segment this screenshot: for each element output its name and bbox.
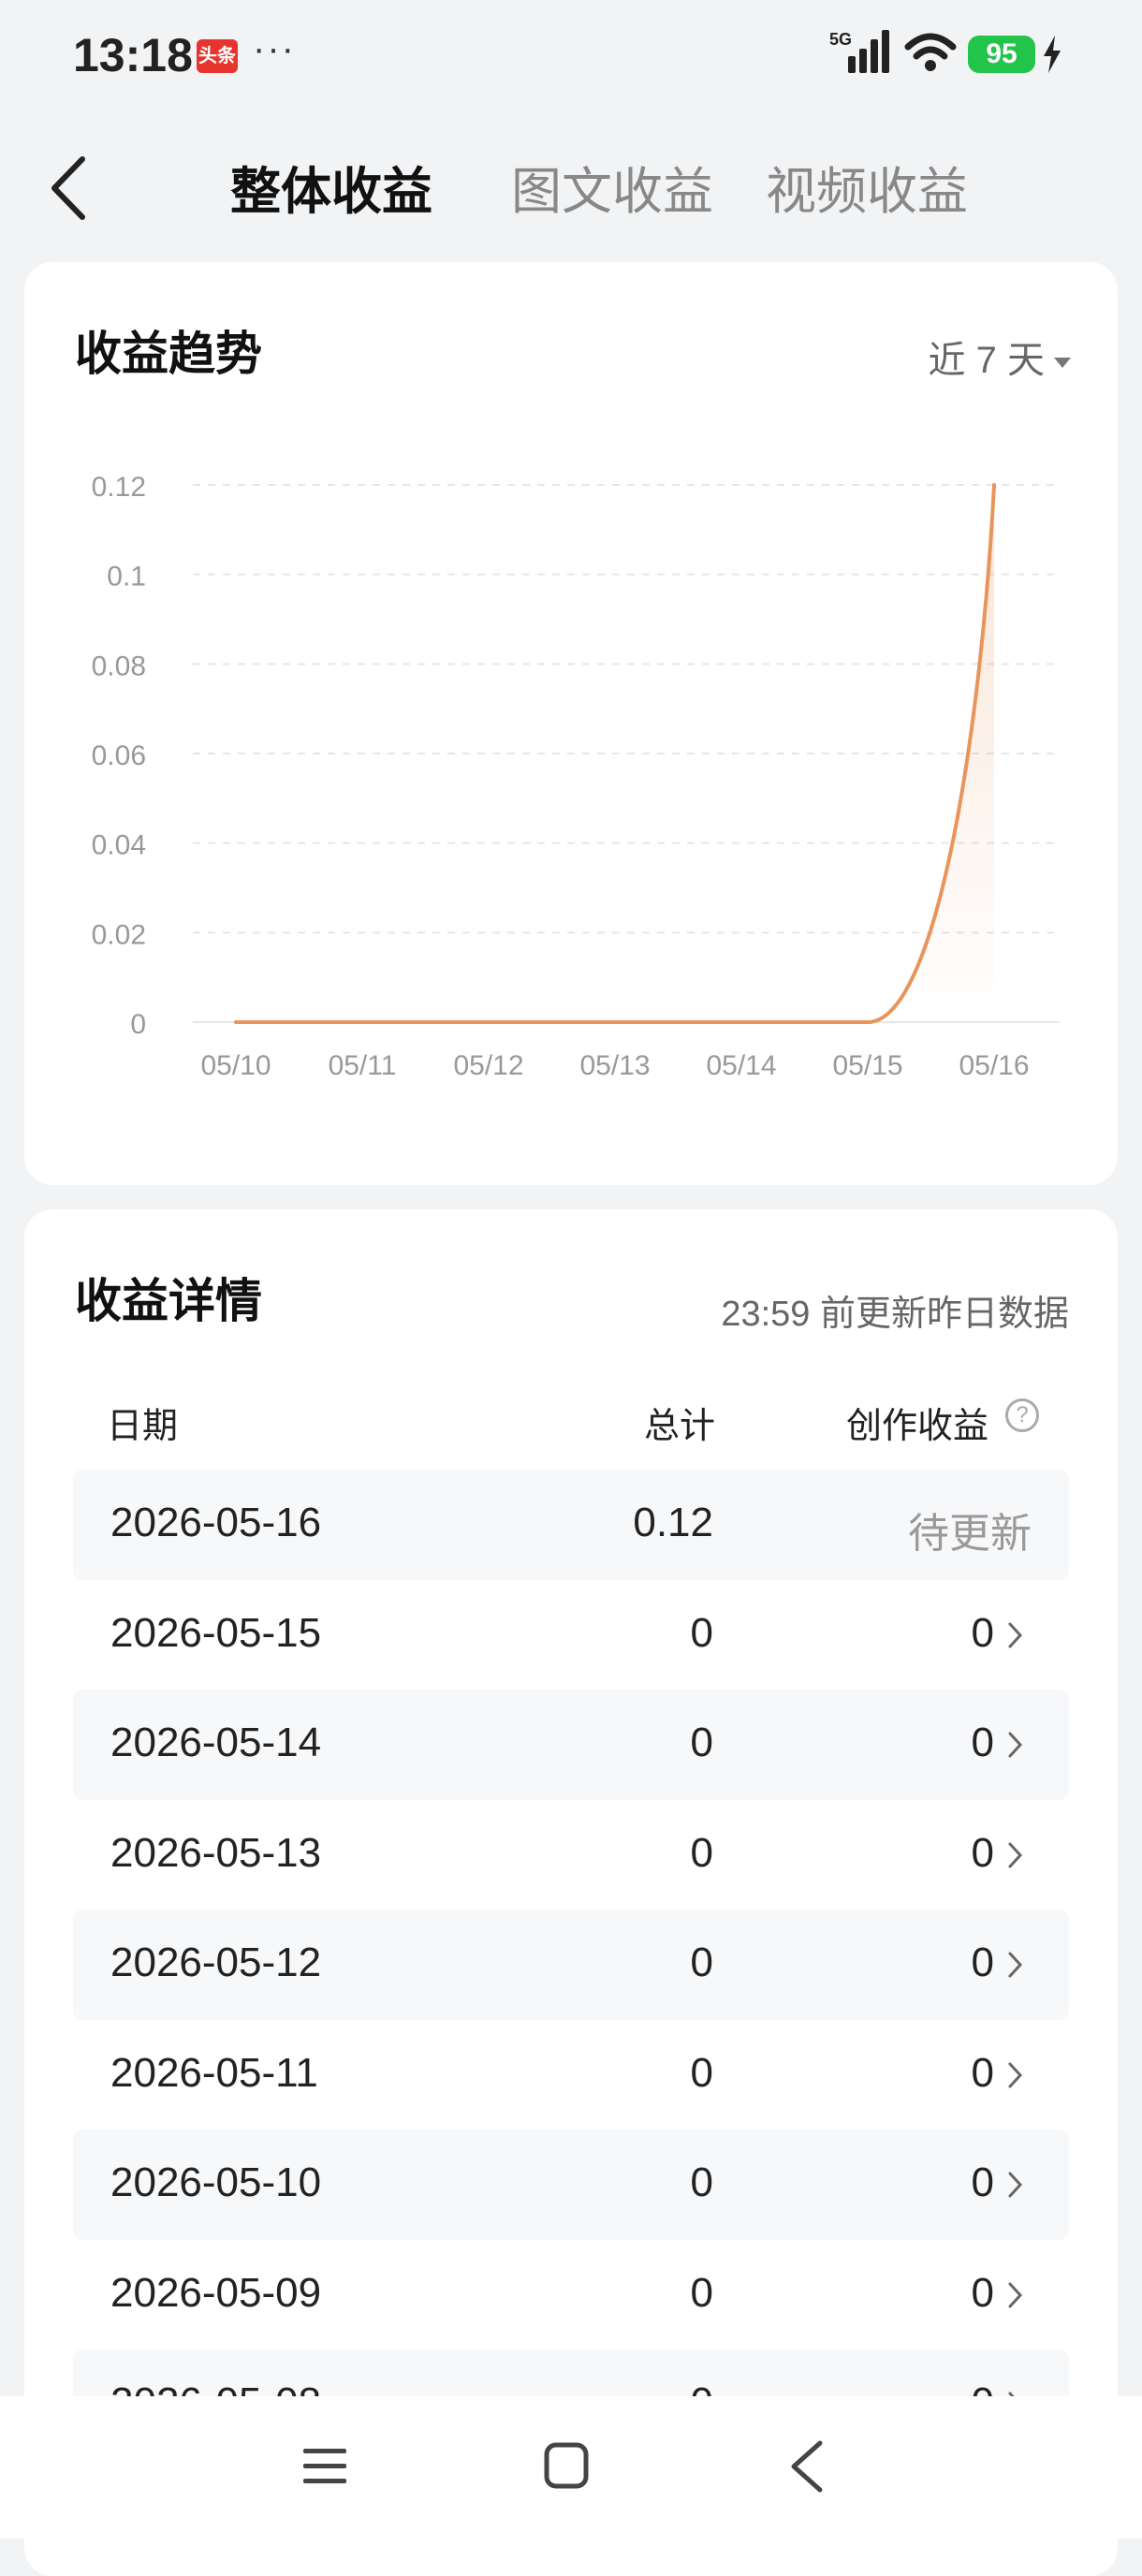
system-back-icon[interactable] xyxy=(788,2439,826,2494)
status-time: 13:18 xyxy=(73,28,193,82)
chevron-right-icon xyxy=(1007,1621,1024,1649)
row-total: 0 xyxy=(691,1939,713,1986)
tab-video-earnings[interactable]: 视频收益 xyxy=(766,150,968,224)
row-date: 2026-05-13 xyxy=(110,1830,321,1877)
home-icon[interactable] xyxy=(543,2441,590,2490)
row-date: 2026-05-16 xyxy=(110,1500,321,1546)
x-tick-label: 05/11 xyxy=(329,1050,397,1081)
x-tick-label: 05/14 xyxy=(706,1050,776,1081)
table-row[interactable]: 2026-05-15 0 0 xyxy=(73,1580,1069,1690)
table-row[interactable]: 2026-05-10 0 0 xyxy=(73,2130,1069,2240)
network-type-label: 5G xyxy=(829,30,852,49)
tab-article-earnings[interactable]: 图文收益 xyxy=(511,150,713,224)
chevron-right-icon xyxy=(1007,1731,1024,1759)
x-tick-label: 05/13 xyxy=(579,1050,650,1081)
row-date: 2026-05-10 xyxy=(110,2159,321,2206)
row-earnings: 0 xyxy=(972,1830,994,1877)
table-row[interactable]: 2026-05-13 0 0 xyxy=(73,1800,1069,1910)
tab-overall-earnings[interactable]: 整体收益 xyxy=(230,150,432,224)
help-icon[interactable]: ? xyxy=(1005,1398,1039,1432)
row-earnings: 0 xyxy=(972,1939,994,1986)
row-total: 0 xyxy=(691,1720,713,1766)
row-earnings: 0 xyxy=(972,1720,994,1766)
y-tick-label: 0.02 xyxy=(92,919,146,950)
toutiao-app-icon: 头条 xyxy=(197,39,238,73)
chevron-right-icon xyxy=(1007,1951,1024,1979)
table-header: 日期 总计 创作收益 ? xyxy=(24,1397,1118,1453)
row-date: 2026-05-14 xyxy=(110,1720,321,1766)
back-arrow-icon[interactable] xyxy=(47,155,94,221)
table-row[interactable]: 2026-05-11 0 0 xyxy=(73,2020,1069,2130)
recent-apps-icon[interactable] xyxy=(301,2443,348,2490)
column-date: 日期 xyxy=(107,1397,178,1448)
y-tick-label: 0.04 xyxy=(92,830,146,861)
y-tick-label: 0.12 xyxy=(92,472,146,503)
cellular-signal-icon: 5G xyxy=(829,28,895,75)
system-nav-bar xyxy=(0,2396,1142,2539)
row-earnings: 0 xyxy=(972,1610,994,1657)
row-total: 0 xyxy=(691,1830,713,1877)
y-tick-label: 0.08 xyxy=(92,651,146,681)
update-note: 23:59 前更新昨日数据 xyxy=(721,1284,1069,1336)
row-total: 0.12 xyxy=(633,1500,713,1546)
column-total: 总计 xyxy=(644,1397,715,1448)
row-earnings: 0 xyxy=(972,2159,994,2206)
earnings-table: 2026-05-16 0.12 待更新 2026-05-15 0 0 2026-… xyxy=(73,1470,1069,2460)
chevron-right-icon xyxy=(1007,1841,1024,1869)
row-earnings: 0 xyxy=(972,2050,994,2097)
x-tick-label: 05/16 xyxy=(959,1050,1029,1081)
row-date: 2026-05-15 xyxy=(110,1610,321,1657)
row-date: 2026-05-09 xyxy=(110,2270,321,2317)
y-tick-label: 0 xyxy=(130,1009,146,1040)
row-earnings: 待更新 xyxy=(908,1500,1032,1559)
table-row[interactable]: 2026-05-09 0 0 xyxy=(73,2240,1069,2350)
chevron-right-icon xyxy=(1007,2281,1024,2309)
details-title: 收益详情 xyxy=(75,1264,262,1331)
battery-level: 95 xyxy=(968,36,1035,73)
table-row: 2026-05-16 0.12 待更新 xyxy=(73,1470,1069,1580)
row-total: 0 xyxy=(691,2159,713,2206)
charging-icon xyxy=(1041,36,1063,73)
wifi-icon xyxy=(904,32,957,73)
chevron-right-icon xyxy=(1007,2061,1024,2089)
y-tick-label: 0.06 xyxy=(92,740,146,771)
table-row[interactable]: 2026-05-12 0 0 xyxy=(73,1910,1069,2020)
y-tick-label: 0.1 xyxy=(107,562,146,593)
row-date: 2026-05-11 xyxy=(110,2050,318,2097)
chevron-right-icon xyxy=(1007,2171,1024,2199)
x-tick-label: 05/15 xyxy=(832,1050,902,1081)
row-date: 2026-05-12 xyxy=(110,1939,321,1986)
column-creation-earnings: 创作收益 xyxy=(846,1397,988,1448)
earnings-details-card: 收益详情 23:59 前更新昨日数据 日期 总计 创作收益 ? 2026-05-… xyxy=(24,1209,1118,2576)
row-earnings: 0 xyxy=(972,2270,994,2317)
more-notifications-icon: ··· xyxy=(253,28,296,70)
table-row[interactable]: 2026-05-14 0 0 xyxy=(73,1690,1069,1800)
x-tick-label: 05/10 xyxy=(200,1050,271,1081)
status-bar: 13:18 头条 ··· 5G 95 xyxy=(0,0,1142,112)
row-total: 0 xyxy=(691,2050,713,2097)
row-total: 0 xyxy=(691,1610,713,1657)
x-tick-label: 05/12 xyxy=(453,1050,523,1081)
row-total: 0 xyxy=(691,2270,713,2317)
earnings-line-chart: 0.12 0.1 0.08 0.06 0.04 0.02 0 05/10 05/11 05/12 0… xyxy=(24,262,1118,1185)
header: 整体收益 图文收益 视频收益 xyxy=(0,122,1142,243)
earnings-trend-card: 收益趋势 近 7 天 0.120.10.080.060.040.02005/10… xyxy=(24,262,1118,1185)
